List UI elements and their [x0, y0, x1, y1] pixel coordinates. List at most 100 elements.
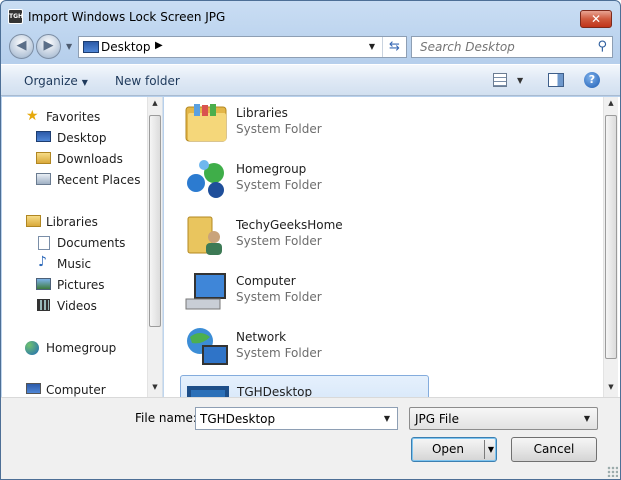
file-type-value: JPG File [415, 412, 459, 426]
nav-item-pictures[interactable]: Pictures [2, 275, 147, 295]
file-name-input[interactable] [196, 408, 376, 429]
file-type-select[interactable]: JPG File ▼ [409, 407, 598, 430]
back-arrow-icon: ◀ [16, 38, 27, 53]
file-item-libraries[interactable]: Libraries System Folder [180, 97, 429, 149]
open-label: Open [431, 442, 465, 456]
libraries-folder-icon [184, 101, 230, 145]
file-name: TechyGeeksHome [236, 218, 343, 232]
refresh-button[interactable]: ⇆ [382, 37, 406, 57]
nav-item-label: Downloads [57, 152, 123, 166]
search-box[interactable]: ⚲ [411, 36, 613, 58]
pictures-icon [36, 278, 51, 290]
navigation-pane: ★ Favorites Desktop Downloads Recent Pla… [2, 97, 163, 397]
nav-pane-scrollbar[interactable]: ▲ ▼ [147, 97, 162, 397]
back-button[interactable]: ◀ [9, 34, 34, 59]
file-name: Libraries [236, 106, 288, 120]
forward-button[interactable]: ▶ [36, 34, 61, 59]
title-bar[interactable]: TGH Import Windows Lock Screen JPG ✕ [1, 1, 620, 31]
nav-item-label: Videos [57, 299, 97, 313]
refresh-icon: ⇆ [389, 39, 400, 54]
file-item-techygeekshome[interactable]: TechyGeeksHome System Folder [180, 209, 429, 261]
file-item-computer[interactable]: Computer System Folder [180, 265, 429, 317]
scroll-down-icon[interactable]: ▼ [148, 383, 162, 391]
file-name: Computer [236, 274, 296, 288]
nav-item-label: Computer [46, 383, 106, 397]
change-view-icon[interactable] [493, 73, 507, 87]
file-name-combobox[interactable]: ▼ [195, 407, 398, 430]
downloads-folder-icon [36, 152, 51, 164]
nav-item-downloads[interactable]: Downloads [2, 149, 147, 169]
view-options-dropdown[interactable]: ▼ [517, 76, 523, 85]
desktop-icon [83, 41, 99, 53]
address-dropdown-button[interactable]: ▼ [363, 37, 381, 57]
recent-places-icon [36, 173, 51, 185]
new-folder-button[interactable]: New folder [115, 74, 180, 88]
nav-item-label: Recent Places [57, 173, 141, 187]
search-icon[interactable]: ⚲ [597, 39, 607, 54]
scroll-up-icon[interactable]: ▲ [604, 99, 618, 107]
homegroup-icon [25, 341, 39, 355]
address-location[interactable]: Desktop [101, 40, 151, 54]
documents-icon [38, 236, 50, 250]
app-icon: TGH [8, 9, 23, 24]
file-pane-scroll-thumb[interactable] [605, 115, 617, 359]
organize-label: Organize [24, 74, 78, 88]
music-icon: ♪ [38, 254, 47, 270]
file-type: System Folder [236, 290, 322, 304]
scroll-down-icon[interactable]: ▼ [604, 383, 618, 391]
open-options-dropdown[interactable]: ▼ [486, 438, 496, 461]
nav-item-recent-places[interactable]: Recent Places [2, 170, 147, 190]
file-name: Homegroup [236, 162, 307, 176]
help-icon[interactable]: ? [584, 72, 600, 88]
videos-icon [37, 299, 50, 311]
libraries-icon [26, 215, 41, 227]
preview-pane-icon[interactable] [548, 73, 564, 87]
jpg-thumbnail-icon [185, 380, 231, 397]
file-item-network[interactable]: Network System Folder [180, 321, 429, 373]
file-item-tghdesktop[interactable]: TGHDesktop JPG F [180, 375, 429, 397]
nav-item-desktop[interactable]: Desktop [2, 128, 147, 148]
nav-item-documents[interactable]: Documents [2, 233, 147, 253]
file-type: System Folder [236, 234, 322, 248]
nav-item-label: Favorites [46, 110, 101, 124]
chevron-down-icon[interactable]: ▼ [379, 408, 395, 429]
nav-item-videos[interactable]: Videos [2, 296, 147, 316]
nav-item-label: Pictures [57, 278, 105, 292]
split-divider [484, 440, 485, 459]
recent-pages-dropdown[interactable]: ▼ [66, 42, 72, 51]
nav-item-favorites[interactable]: ★ Favorites [2, 107, 147, 127]
nav-item-libraries[interactable]: Libraries [2, 212, 147, 232]
file-list-pane: Libraries System Folder Homegroup System… [164, 97, 620, 397]
open-button[interactable]: Open ▼ [411, 437, 497, 462]
nav-item-homegroup[interactable]: Homegroup [2, 338, 147, 358]
resize-grip[interactable] [607, 466, 618, 477]
cancel-button[interactable]: Cancel [511, 437, 597, 462]
file-item-homegroup[interactable]: Homegroup System Folder [180, 153, 429, 205]
star-icon: ★ [26, 108, 39, 124]
file-name-label: File name: [135, 411, 197, 425]
organize-button[interactable]: Organize ▼ [24, 74, 88, 88]
nav-item-music[interactable]: ♪ Music [2, 254, 147, 274]
address-bar[interactable]: Desktop ▶ ▼ ⇆ [78, 36, 407, 58]
import-dialog: TGH Import Windows Lock Screen JPG ✕ ◀ ▶… [0, 0, 621, 480]
file-type: System Folder [236, 122, 322, 136]
file-pane-scrollbar[interactable]: ▲ ▼ [603, 97, 618, 397]
nav-item-label: Music [57, 257, 92, 271]
homegroup-icon [184, 157, 230, 201]
nav-item-label: Homegroup [46, 341, 117, 355]
close-button[interactable]: ✕ [580, 10, 612, 28]
nav-pane-scroll-thumb[interactable] [149, 115, 161, 327]
window-title: Import Windows Lock Screen JPG [28, 10, 226, 24]
chevron-down-icon: ▼ [81, 78, 88, 87]
scroll-up-icon[interactable]: ▲ [148, 99, 162, 107]
file-name: TGHDesktop [237, 385, 313, 397]
nav-item-label: Desktop [57, 131, 107, 145]
nav-item-label: Documents [57, 236, 126, 250]
file-name: Network [236, 330, 287, 344]
breadcrumb-arrow-icon[interactable]: ▶ [155, 40, 163, 51]
command-bar: Organize ▼ New folder ▼ ? [1, 64, 620, 96]
network-icon [184, 325, 230, 369]
nav-item-computer[interactable]: Computer [2, 380, 147, 397]
dialog-footer: File name: ▼ JPG File ▼ Open ▼ Cancel [1, 397, 620, 479]
search-input[interactable] [412, 37, 587, 57]
